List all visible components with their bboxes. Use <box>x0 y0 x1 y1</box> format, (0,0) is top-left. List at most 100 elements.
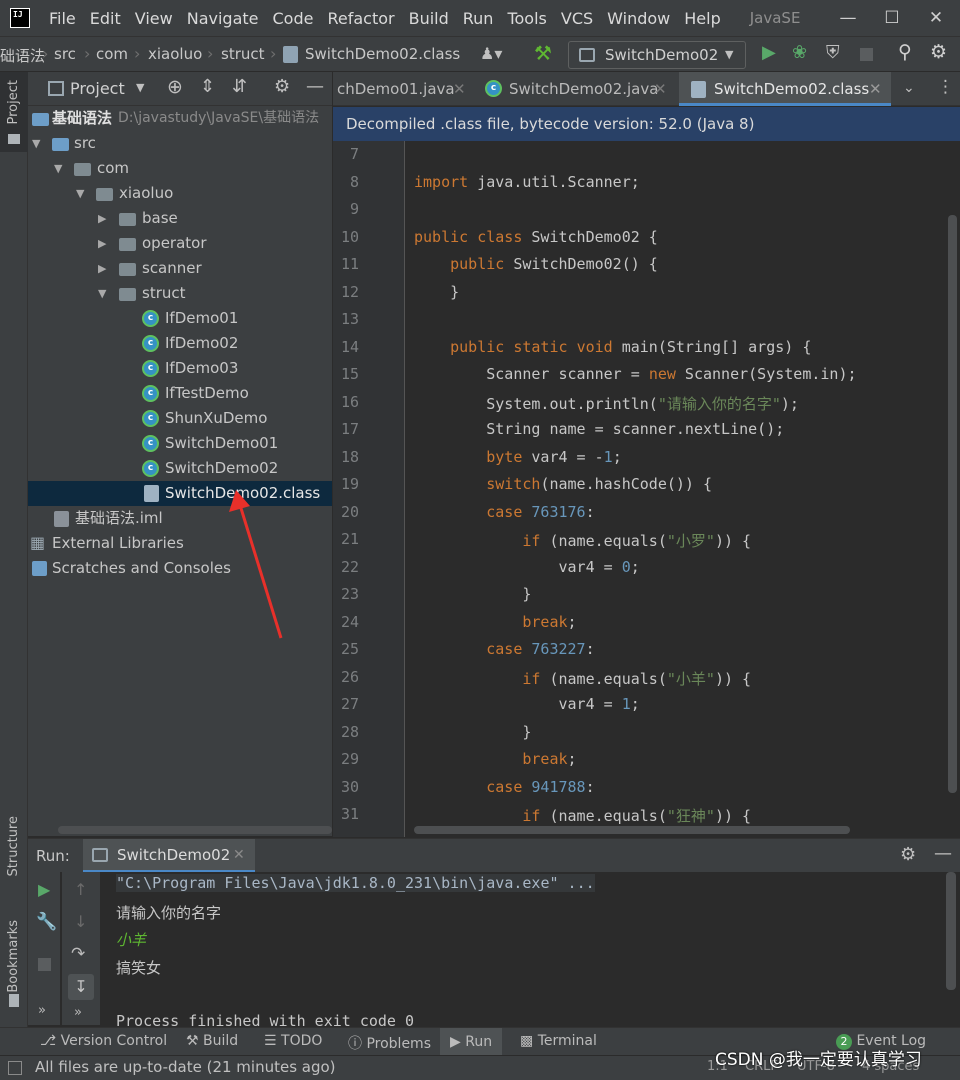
line-number[interactable]: 23 <box>333 585 359 603</box>
problems-button[interactable]: ⓘ Problems <box>348 1033 431 1053</box>
line-number[interactable]: 15 <box>333 365 359 383</box>
line-number[interactable]: 11 <box>333 255 359 273</box>
expand-all-icon[interactable]: ⇕ <box>200 78 215 96</box>
tree-item-switchdemo01[interactable]: c SwitchDemo01 <box>28 431 332 456</box>
wrench-icon[interactable]: 🔧 <box>36 914 57 931</box>
tab-switchdemo02-java[interactable]: c SwitchDemo02.java ✕ <box>476 72 678 106</box>
more-chevron-icon[interactable]: » <box>38 1004 46 1017</box>
line-number[interactable]: 8 <box>333 173 359 191</box>
tab-switchdemo01-java[interactable]: chDemo01.java ✕ <box>333 72 475 106</box>
editor-horizontal-scrollbar[interactable] <box>414 826 850 834</box>
run-configuration-select[interactable]: SwitchDemo02 ▼ <box>568 41 746 69</box>
tree-item-iml[interactable]: 基础语法.iml <box>28 506 332 531</box>
line-number[interactable]: 29 <box>333 750 359 768</box>
tree-item-base[interactable]: ▶ base <box>28 206 332 231</box>
stop-icon[interactable] <box>860 48 873 61</box>
menu-edit[interactable]: Edit <box>83 9 128 28</box>
line-number[interactable]: 28 <box>333 723 359 741</box>
tree-item-switchdemo02-class[interactable]: SwitchDemo02.class <box>28 481 332 506</box>
line-number[interactable]: 19 <box>333 475 359 493</box>
line-number[interactable]: 18 <box>333 448 359 466</box>
tab-list-chevron-icon[interactable]: ⌄ <box>903 81 915 95</box>
line-number[interactable]: 16 <box>333 393 359 411</box>
build-hammer-icon[interactable]: ⚒ <box>534 43 552 63</box>
tree-item-scratches[interactable]: Scratches and Consoles <box>28 556 332 581</box>
menu-run[interactable]: Run <box>456 9 501 28</box>
line-number[interactable]: 20 <box>333 503 359 521</box>
line-number[interactable]: 27 <box>333 695 359 713</box>
build-button[interactable]: ⚒ Build <box>186 1033 238 1049</box>
tree-item-struct[interactable]: ▼ struct <box>28 281 332 306</box>
menu-tools[interactable]: Tools <box>500 9 553 28</box>
coverage-icon[interactable]: ⛨ <box>826 44 840 62</box>
breadcrumb-file[interactable]: SwitchDemo02.class <box>305 45 460 63</box>
settings-gear-icon[interactable]: ⚙ <box>930 43 947 62</box>
close-tab-icon[interactable]: ✕ <box>453 72 466 106</box>
search-icon[interactable]: ⚲ <box>898 43 912 62</box>
hide-panel-icon[interactable]: — <box>934 845 952 863</box>
menu-build[interactable]: Build <box>402 9 456 28</box>
tree-item-shunxudemo[interactable]: c ShunXuDemo <box>28 406 332 431</box>
tree-item-xiaoluo[interactable]: ▼ xiaoluo <box>28 181 332 206</box>
tree-item-operator[interactable]: ▶ operator <box>28 231 332 256</box>
project-panel-title[interactable]: Project <box>70 79 125 98</box>
tree-item-ifdemo01[interactable]: c IfDemo01 <box>28 306 332 331</box>
breadcrumb-xiaoluo[interactable]: xiaoluo <box>148 45 202 63</box>
minimize-icon[interactable]: — <box>826 0 870 36</box>
breadcrumb-struct[interactable]: struct <box>221 45 265 63</box>
rerun-icon[interactable]: ▶ <box>38 882 50 898</box>
todo-button[interactable]: ☰ TODO <box>264 1033 322 1049</box>
line-number[interactable]: 9 <box>333 200 359 218</box>
user-icon[interactable]: ♟▾ <box>480 46 502 62</box>
tree-item-iftestdemo[interactable]: c IfTestDemo <box>28 381 332 406</box>
breadcrumb-com[interactable]: com <box>96 45 128 63</box>
console-scrollbar[interactable] <box>946 872 956 990</box>
menu-code[interactable]: Code <box>266 9 321 28</box>
menu-vcs[interactable]: VCS <box>554 9 600 28</box>
run-tool-button[interactable]: ▶ Run <box>440 1028 503 1056</box>
project-tool-button[interactable]: Project <box>0 72 28 152</box>
tree-item-com[interactable]: ▼ com <box>28 156 332 181</box>
menu-navigate[interactable]: Navigate <box>180 9 266 28</box>
more-chevron-icon[interactable]: » <box>74 1006 82 1019</box>
menu-help[interactable]: Help <box>677 9 727 28</box>
menu-refactor[interactable]: Refactor <box>320 9 401 28</box>
tree-item-src[interactable]: ▼ src <box>28 131 332 156</box>
breadcrumb-src[interactable]: src <box>54 45 76 63</box>
more-options-icon[interactable]: ⋮ <box>937 79 954 96</box>
collapse-all-icon[interactable]: ⇵ <box>232 78 247 96</box>
tree-item-switchdemo02[interactable]: c SwitchDemo02 <box>28 456 332 481</box>
maximize-icon[interactable]: ☐ <box>870 0 914 36</box>
menu-file[interactable]: File <box>42 9 83 28</box>
close-tab-icon[interactable]: ✕ <box>233 847 245 863</box>
line-number[interactable]: 25 <box>333 640 359 658</box>
run-console[interactable]: "C:\Program Files\Java\jdk1.8.0_231\bin\… <box>28 872 960 1030</box>
breadcrumb-root[interactable]: 础语法 <box>0 45 45 66</box>
line-number[interactable]: 26 <box>333 668 359 686</box>
line-number[interactable]: 31 <box>333 805 359 823</box>
hide-panel-icon[interactable]: — <box>306 78 324 96</box>
structure-tool-button[interactable]: Structure <box>0 812 28 892</box>
tree-item-ifdemo03[interactable]: c IfDemo03 <box>28 356 332 381</box>
line-number[interactable]: 10 <box>333 228 359 246</box>
line-number[interactable]: 13 <box>333 310 359 328</box>
line-number[interactable]: 17 <box>333 420 359 438</box>
tree-item-ifdemo02[interactable]: c IfDemo02 <box>28 331 332 356</box>
chevron-down-icon[interactable]: ▼ <box>136 82 144 93</box>
arrow-up-icon[interactable]: ↑ <box>74 882 87 898</box>
layout-toggle-icon[interactable] <box>8 1061 22 1075</box>
line-number[interactable]: 21 <box>333 530 359 548</box>
bookmarks-tool-button[interactable]: Bookmarks <box>0 918 28 1008</box>
tree-item-external-libraries[interactable]: ▦ External Libraries <box>28 531 332 556</box>
arrow-down-icon[interactable]: ↓ <box>74 914 87 930</box>
version-control-button[interactable]: ⎇ Version Control <box>40 1033 167 1049</box>
settings-gear-icon[interactable]: ⚙ <box>274 78 290 96</box>
close-window-icon[interactable]: ✕ <box>914 0 958 36</box>
project-horizontal-scrollbar[interactable] <box>58 826 332 834</box>
line-number[interactable]: 30 <box>333 778 359 796</box>
settings-gear-icon[interactable]: ⚙ <box>900 846 916 864</box>
soft-wrap-icon[interactable]: ↷ <box>71 946 85 963</box>
menu-view[interactable]: View <box>128 9 180 28</box>
run-icon[interactable]: ▶ <box>762 44 776 62</box>
locate-target-icon[interactable]: ⊕ <box>167 78 183 97</box>
